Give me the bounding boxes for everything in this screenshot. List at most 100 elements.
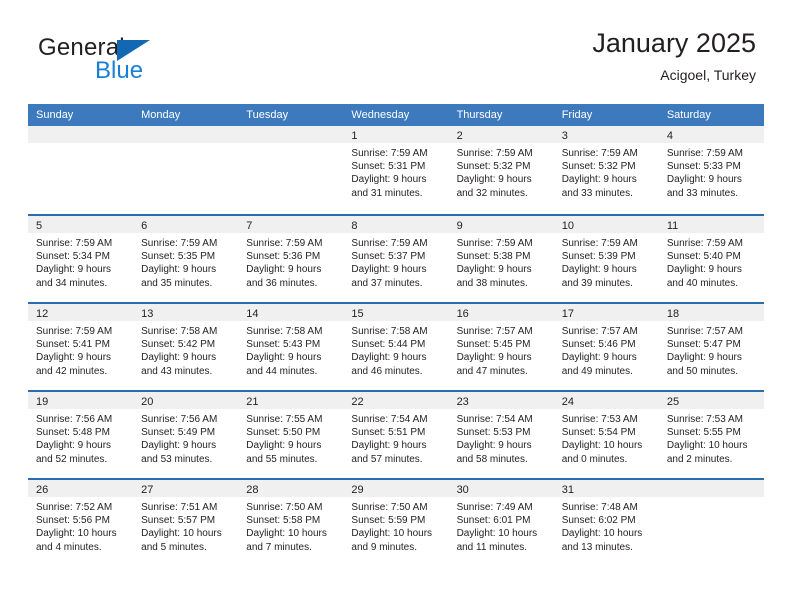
day-sun-info: Sunrise: 7:59 AM Sunset: 5:36 PM Daylight:… (238, 233, 343, 290)
day-cell-10[interactable]: 10 Sunrise: 7:59 AM Sunset: 5:39 PM Dayligh… (553, 216, 659, 302)
day-sun-info: Sunrise: 7:57 AM Sunset: 5:47 PM Daylight:… (659, 321, 764, 378)
day-info-line: and 44 minutes. (246, 365, 318, 377)
day-info-line: Sunrise: 7:59 AM (246, 238, 323, 249)
day-number-band: 18 (658, 304, 764, 321)
day-cell-5[interactable]: 5 Sunrise: 7:59 AM Sunset: 5:34 PM Daylight… (28, 216, 134, 302)
day-info-line: Sunrise: 7:59 AM (141, 238, 218, 249)
calendar-grid: Sunday Monday Tuesday Wednesday Thursday Frid… (28, 104, 764, 566)
day-number: 30 (456, 484, 469, 496)
day-info-line: Sunset: 5:47 PM (666, 339, 741, 351)
day-cell-17[interactable]: 17 Sunrise: 7:57 AM Sunset: 5:46 PM Dayligh… (553, 304, 659, 390)
day-sun-info: Sunrise: 7:55 AM Sunset: 5:50 PM Daylight:… (238, 409, 343, 466)
day-cell-13[interactable]: 13 Sunrise: 7:58 AM Sunset: 5:42 PM Dayligh… (133, 304, 239, 390)
day-number: 14 (246, 308, 259, 320)
day-cell-27[interactable]: 27 Sunrise: 7:51 AM Sunset: 5:57 PM Dayligh… (133, 480, 239, 566)
day-info-line: Daylight: 10 hours (141, 528, 222, 540)
day-info-line: Daylight: 9 hours (666, 174, 742, 186)
day-info-line: Daylight: 9 hours (561, 264, 637, 276)
day-info-line: Sunset: 5:33 PM (666, 161, 741, 173)
day-info-line: Daylight: 9 hours (351, 440, 427, 452)
day-sun-info: Sunrise: 7:59 AM Sunset: 5:41 PM Daylight:… (28, 321, 133, 378)
calendar-page: General Blue January 2025 Acigoel, Turke… (0, 0, 792, 612)
day-cell-25[interactable]: 25 Sunrise: 7:53 AM Sunset: 5:55 PM Dayligh… (658, 392, 764, 478)
day-cell-14[interactable]: 14 Sunrise: 7:58 AM Sunset: 5:43 PM Dayligh… (238, 304, 344, 390)
day-cell-21[interactable]: 21 Sunrise: 7:55 AM Sunset: 5:50 PM Dayligh… (238, 392, 344, 478)
day-info-line: and 53 minutes. (141, 453, 213, 465)
day-info-line: Sunset: 5:35 PM (141, 251, 216, 263)
day-cell-23[interactable]: 23 Sunrise: 7:54 AM Sunset: 5:53 PM Dayligh… (448, 392, 554, 478)
day-cell-28[interactable]: 28 Sunrise: 7:50 AM Sunset: 5:58 PM Dayligh… (238, 480, 344, 566)
day-cell-31[interactable]: 31 Sunrise: 7:48 AM Sunset: 6:02 PM Dayligh… (553, 480, 659, 566)
weekday-header-monday: Monday (141, 109, 181, 121)
day-number-band: 5 (28, 216, 134, 233)
day-info-line: Sunrise: 7:59 AM (561, 238, 638, 249)
day-info-line: Sunset: 5:53 PM (456, 427, 531, 439)
day-sun-info: Sunrise: 7:57 AM Sunset: 5:46 PM Daylight:… (554, 321, 659, 378)
day-sun-info: Sunrise: 7:59 AM Sunset: 5:35 PM Daylight:… (133, 233, 238, 290)
weekday-header-saturday: Saturday (666, 109, 711, 121)
brand-logo[interactable]: General Blue (38, 34, 248, 92)
day-info-line: Sunrise: 7:54 AM (351, 414, 428, 425)
day-cell-9[interactable]: 9 Sunrise: 7:59 AM Sunset: 5:38 PM Daylight… (448, 216, 554, 302)
day-cell-3[interactable]: 3 Sunrise: 7:59 AM Sunset: 5:32 PM Daylight… (553, 126, 659, 214)
day-cell-empty (133, 126, 239, 214)
day-info-line: and 52 minutes. (36, 453, 108, 465)
day-number: 22 (351, 396, 364, 408)
day-info-line: Daylight: 9 hours (141, 352, 217, 364)
day-cell-12[interactable]: 12 Sunrise: 7:59 AM Sunset: 5:41 PM Dayligh… (28, 304, 134, 390)
day-cell-26[interactable]: 26 Sunrise: 7:52 AM Sunset: 5:56 PM Dayligh… (28, 480, 134, 566)
day-info-line: Daylight: 10 hours (666, 440, 748, 452)
page-header: General Blue January 2025 Acigoel, Turke… (28, 26, 764, 98)
day-info-line: Sunrise: 7:51 AM (141, 502, 218, 513)
day-number-band: 26 (28, 480, 134, 497)
day-cell-29[interactable]: 29 Sunrise: 7:50 AM Sunset: 5:59 PM Dayligh… (343, 480, 449, 566)
day-info-line: Sunset: 5:49 PM (141, 427, 216, 439)
day-sun-info: Sunrise: 7:59 AM Sunset: 5:31 PM Daylight:… (343, 143, 448, 200)
weekday-header-wednesday: Wednesday (351, 109, 410, 121)
day-cell-1[interactable]: 1 Sunrise: 7:59 AM Sunset: 5:31 PM Daylight… (343, 126, 449, 214)
day-number-band: 12 (28, 304, 134, 321)
day-cell-7[interactable]: 7 Sunrise: 7:59 AM Sunset: 5:36 PM Daylight… (238, 216, 344, 302)
day-number-band: 19 (28, 392, 134, 409)
day-cell-8[interactable]: 8 Sunrise: 7:59 AM Sunset: 5:37 PM Daylight… (343, 216, 449, 302)
day-number-band: 7 (238, 216, 344, 233)
day-cell-24[interactable]: 24 Sunrise: 7:53 AM Sunset: 5:54 PM Dayligh… (553, 392, 659, 478)
day-cell-11[interactable]: 11 Sunrise: 7:59 AM Sunset: 5:40 PM Dayligh… (658, 216, 764, 302)
day-number-band: 22 (343, 392, 449, 409)
day-number-band (238, 126, 344, 143)
day-info-line: Daylight: 10 hours (561, 528, 643, 540)
day-info-line: Sunrise: 7:48 AM (561, 502, 638, 513)
day-number-band: 4 (658, 126, 764, 143)
day-cell-22[interactable]: 22 Sunrise: 7:54 AM Sunset: 5:51 PM Dayligh… (343, 392, 449, 478)
day-info-line: Sunrise: 7:58 AM (246, 326, 323, 337)
day-info-line: Sunset: 5:41 PM (36, 339, 110, 351)
day-number: 13 (141, 308, 154, 320)
day-info-line: Sunset: 5:56 PM (36, 515, 110, 527)
day-sun-info: Sunrise: 7:59 AM Sunset: 5:32 PM Daylight:… (554, 143, 659, 200)
day-info-line: Sunrise: 7:57 AM (666, 326, 743, 337)
page-subtitle: Acigoel, Turkey (660, 67, 756, 83)
day-cell-18[interactable]: 18 Sunrise: 7:57 AM Sunset: 5:47 PM Dayligh… (658, 304, 764, 390)
day-cell-2[interactable]: 2 Sunrise: 7:59 AM Sunset: 5:32 PM Daylight… (448, 126, 554, 214)
day-cell-16[interactable]: 16 Sunrise: 7:57 AM Sunset: 5:45 PM Dayligh… (448, 304, 554, 390)
day-number-band: 15 (343, 304, 449, 321)
day-info-line: Sunrise: 7:54 AM (456, 414, 533, 425)
day-number: 26 (36, 484, 49, 496)
day-cell-20[interactable]: 20 Sunrise: 7:56 AM Sunset: 5:49 PM Dayligh… (133, 392, 239, 478)
day-number-band: 9 (448, 216, 554, 233)
day-number: 28 (246, 484, 259, 496)
day-sun-info: Sunrise: 7:57 AM Sunset: 5:45 PM Daylight:… (449, 321, 554, 378)
day-info-line: Sunset: 5:38 PM (456, 251, 531, 263)
day-cell-30[interactable]: 30 Sunrise: 7:49 AM Sunset: 6:01 PM Dayligh… (448, 480, 554, 566)
day-info-line: Sunset: 5:31 PM (351, 161, 426, 173)
day-cell-4[interactable]: 4 Sunrise: 7:59 AM Sunset: 5:33 PM Daylight… (658, 126, 764, 214)
day-cell-6[interactable]: 6 Sunrise: 7:59 AM Sunset: 5:35 PM Daylight… (133, 216, 239, 302)
day-cell-15[interactable]: 15 Sunrise: 7:58 AM Sunset: 5:44 PM Dayligh… (343, 304, 449, 390)
day-number-band: 24 (553, 392, 659, 409)
day-info-line: Daylight: 9 hours (456, 174, 532, 186)
day-info-line: Sunrise: 7:57 AM (456, 326, 533, 337)
day-cell-19[interactable]: 19 Sunrise: 7:56 AM Sunset: 5:48 PM Dayligh… (28, 392, 134, 478)
day-info-line: and 43 minutes. (141, 365, 213, 377)
day-info-line: Daylight: 10 hours (36, 528, 117, 540)
day-info-line: and 2 minutes. (666, 453, 733, 465)
